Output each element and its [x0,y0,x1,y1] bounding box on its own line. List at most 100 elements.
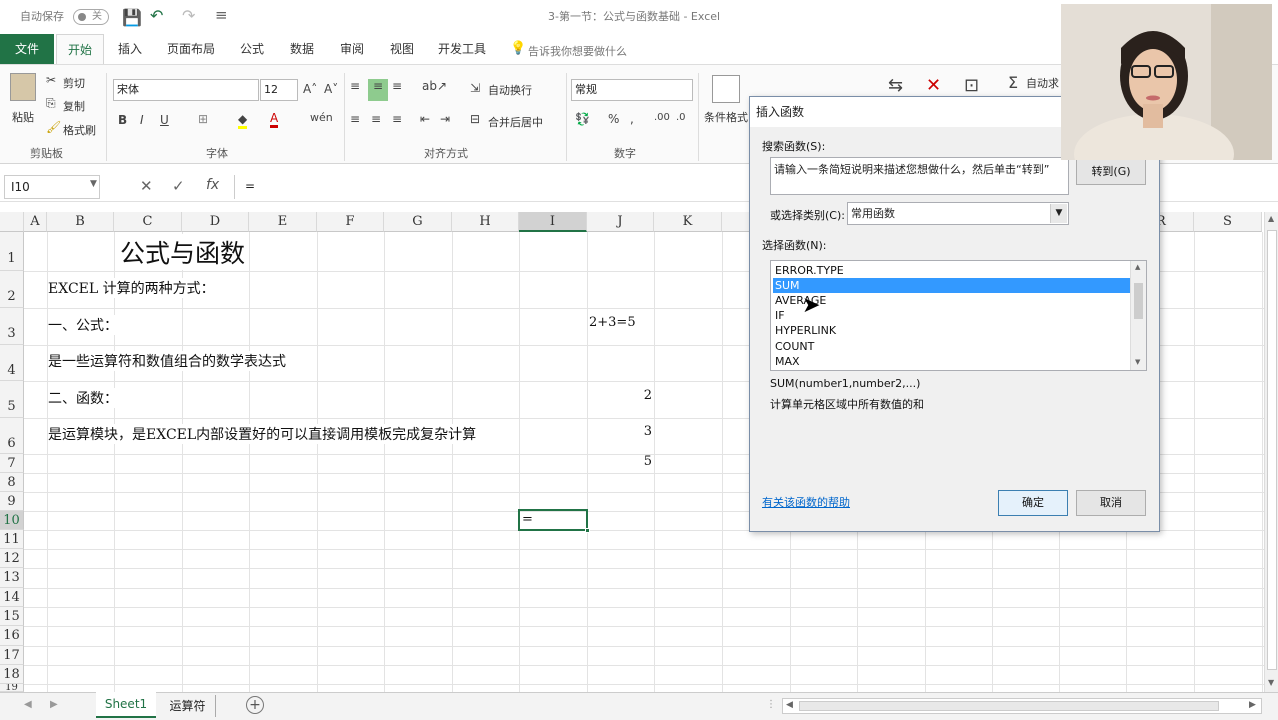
row-header[interactable]: 15 [0,607,24,626]
row-header[interactable]: 2 [0,271,24,308]
cancel-button[interactable]: 取消 [1076,490,1146,516]
function-icon[interactable]: fx [206,177,219,193]
search-function-input[interactable]: 请输入一条简短说明来描述您想做什么，然后单击“转到” [770,157,1069,195]
align-bottom-icon[interactable]: ≡ [392,79,402,93]
name-box[interactable]: I10 [4,175,100,199]
row-header[interactable]: 19 [0,684,24,692]
row-header[interactable]: 3 [0,308,24,345]
scissors-icon[interactable]: ✂ [46,73,56,87]
list-item[interactable]: HYPERLINK [773,323,1131,338]
save-icon[interactable]: 💾 [122,8,142,27]
tell-me-input[interactable]: 告诉我你想要做什么 [528,43,627,59]
cell-b4[interactable]: 是一些运算符和数值组合的数学表达式 [48,351,288,371]
column-header[interactable]: J [587,212,654,232]
wrap-text-icon[interactable]: ⇲ [470,81,480,95]
increase-decimal-icon[interactable]: .00 [654,112,670,123]
cancel-icon[interactable]: ✕ [140,177,153,195]
column-header[interactable]: S [1194,212,1262,232]
sheet-title-cell[interactable]: 公式与函数 [116,234,250,270]
copy-button[interactable]: 复制 [63,98,85,114]
list-scrollbar[interactable]: ▲ ▼ [1130,261,1146,370]
format-cells-icon[interactable]: ⊡ [964,75,979,96]
font-size-select[interactable]: 12 [260,79,298,101]
percent-icon[interactable]: % [608,112,619,126]
row-header[interactable]: 13 [0,568,24,588]
fill-color-icon[interactable]: ◆ [238,112,248,129]
row-header[interactable]: 18 [0,665,24,684]
sheet-tab-operators[interactable]: 运算符 [160,695,216,717]
list-item[interactable]: COUNT [773,339,1131,354]
scroll-thumb[interactable] [1267,230,1277,670]
orientation-icon[interactable]: ab↗ [422,79,447,93]
copy-icon[interactable]: ⎘ [46,96,56,111]
format-painter-button[interactable]: 格式刷 [63,122,96,138]
scroll-up-icon[interactable]: ▲ [1135,263,1140,271]
next-sheet-icon[interactable]: ▶ [50,699,58,710]
list-item[interactable]: IF [773,308,1131,323]
list-item[interactable]: ERROR.TYPE [773,263,1131,278]
chevron-down-icon[interactable]: ▼ [1050,204,1067,223]
active-cell-i10[interactable]: = [518,509,590,533]
ok-button[interactable]: 确定 [998,490,1068,516]
tab-developer[interactable]: 开发工具 [432,34,492,64]
tab-home[interactable]: 开始 [56,34,104,64]
horizontal-scrollbar[interactable]: ◀ ▶ [782,698,1262,714]
vertical-scrollbar[interactable]: ▲ ▼ [1264,212,1278,692]
align-top-icon[interactable]: ≡ [350,79,360,93]
wrap-text-button[interactable]: 自动换行 [488,82,532,98]
column-header[interactable]: G [384,212,452,232]
row-header[interactable]: 12 [0,549,24,568]
delete-cells-icon[interactable]: ✕ [926,75,941,96]
enter-icon[interactable]: ✓ [172,177,185,195]
scroll-thumb[interactable] [1134,283,1143,319]
align-left-icon[interactable]: ≡ [350,112,360,126]
column-header[interactable]: H [452,212,519,232]
row-header[interactable]: 9 [0,492,24,511]
column-header[interactable]: E [249,212,317,232]
font-name-select[interactable]: 宋体 [113,79,259,101]
brush-icon[interactable]: 🖌 [46,120,61,134]
cell-j7[interactable]: 5 [587,454,652,469]
currency-icon[interactable]: 💱 [575,112,590,126]
decrease-indent-icon[interactable]: ⇤ [420,112,430,126]
scroll-down-icon[interactable]: ▼ [1268,678,1274,687]
italic-icon[interactable]: I [140,113,144,127]
cell-b3[interactable]: 一、公式： [48,315,120,335]
column-header[interactable]: A [24,212,47,232]
shrink-font-icon[interactable]: A˅ [324,82,338,96]
paste-button[interactable]: 粘贴 [12,109,34,125]
align-center-icon[interactable]: ≡ [371,112,381,126]
category-select[interactable]: 常用函数 [847,202,1069,225]
align-right-icon[interactable]: ≡ [392,112,402,126]
grow-font-icon[interactable]: A˄ [303,82,317,96]
tab-data[interactable]: 数据 [282,34,322,64]
tab-file[interactable]: 文件 [0,34,54,64]
row-header[interactable]: 4 [0,345,24,381]
cut-button[interactable]: 剪切 [63,75,85,91]
merge-icon[interactable]: ⊟ [470,112,480,126]
number-format-select[interactable]: 常规 [571,79,693,101]
row-header[interactable]: 17 [0,646,24,665]
cell-b2[interactable]: EXCEL 计算的两种方式： [48,278,217,298]
align-middle-icon[interactable]: ≡ [368,79,388,101]
list-item[interactable]: AVERAGE [773,293,1131,308]
font-color-icon[interactable]: A [270,111,279,128]
row-header[interactable]: 7 [0,454,24,473]
row-header[interactable]: 10 [0,511,24,530]
cell-j5[interactable]: 2 [587,388,652,403]
row-header[interactable]: 16 [0,626,24,646]
add-sheet-icon[interactable]: + [246,696,264,714]
options-icon[interactable]: ⋮ [766,699,776,710]
tab-view[interactable]: 视图 [382,34,422,64]
row-header[interactable]: 11 [0,530,24,549]
go-button[interactable]: 转到(G) [1076,159,1146,185]
column-header[interactable]: F [317,212,384,232]
decrease-decimal-icon[interactable]: .0 [676,112,686,123]
column-header[interactable]: I [519,212,587,232]
row-header[interactable]: 8 [0,473,24,492]
list-item-selected[interactable]: SUM [773,278,1131,293]
comma-icon[interactable]: , [630,112,634,126]
phonetic-icon[interactable]: wén [310,111,333,124]
scroll-right-icon[interactable]: ▶ [1249,700,1256,710]
row-header[interactable]: 6 [0,418,24,454]
